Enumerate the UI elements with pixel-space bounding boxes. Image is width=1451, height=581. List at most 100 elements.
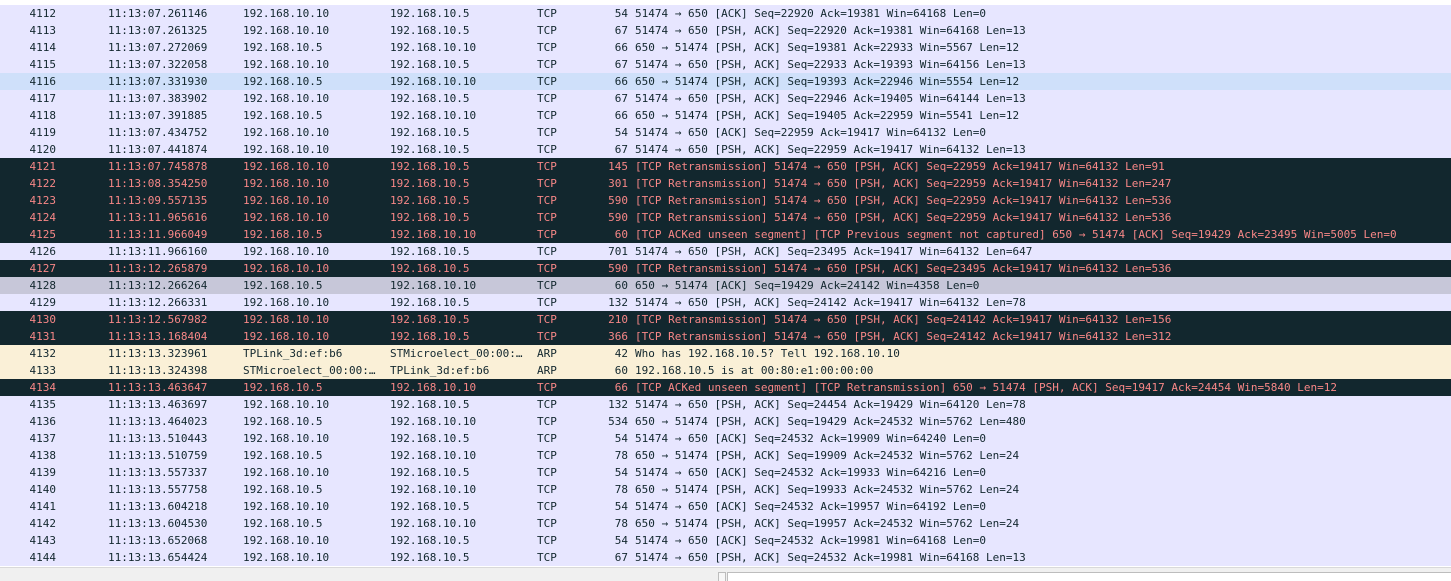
packet-row[interactable]: 4118 11:13:07.391885 192.168.10.5 192.168.1… [0,107,1451,124]
packet-source: STMicroelect_00:00:… [243,364,376,377]
packet-row[interactable]: 4125 11:13:11.966049 192.168.10.5 192.168.1… [0,226,1451,243]
packet-source: 192.168.10.5 [243,415,323,428]
packet-row[interactable]: 4120 11:13:07.441874 192.168.10.10 192.168.… [0,141,1451,158]
packet-destination: 192.168.10.5 [390,296,470,309]
packet-destination: 192.168.10.10 [390,517,477,530]
packet-destination: 192.168.10.5 [390,92,470,105]
packet-protocol: TCP [537,517,557,530]
packet-destination: 192.168.10.10 [390,109,477,122]
packet-source: 192.168.10.10 [243,245,330,258]
packet-row[interactable]: 4122 11:13:08.354250 192.168.10.10 192.168.… [0,175,1451,192]
packet-row[interactable]: 4121 11:13:07.745878 192.168.10.10 192.168.… [0,158,1451,175]
packet-protocol: TCP [537,228,557,241]
packet-row[interactable]: 4138 11:13:13.510759 192.168.10.5 192.168.1… [0,447,1451,464]
packet-row[interactable]: 4128 11:13:12.266264 192.168.10.5 192.168.1… [0,277,1451,294]
packet-row[interactable]: 4114 11:13:07.272069 192.168.10.5 192.168.1… [0,39,1451,56]
packet-info: [TCP ACKed unseen segment] [TCP Previous… [635,228,1397,241]
packet-number: 4125 [29,228,57,241]
packet-source: 192.168.10.10 [243,262,330,275]
packet-info: 650 → 51474 [PSH, ACK] Seq=19429 Ack=245… [635,415,1026,428]
packet-info: [TCP Retransmission] 51474 → 650 [PSH, A… [635,194,1172,207]
packet-time: 11:13:08.354250 [108,177,208,190]
packet-time: 11:13:07.391885 [108,109,208,122]
packet-time: 11:13:13.464023 [108,415,208,428]
packet-destination: 192.168.10.5 [390,500,470,513]
packet-row[interactable]: 4127 11:13:12.265879 192.168.10.10 192.168.… [0,260,1451,277]
packet-row[interactable]: 4129 11:13:12.266331 192.168.10.10 192.168.… [0,294,1451,311]
packet-row[interactable]: 4117 11:13:07.383902 192.168.10.10 192.168.… [0,90,1451,107]
packet-protocol: TCP [537,160,557,173]
packet-info: 51474 → 650 [PSH, ACK] Seq=23495 Ack=194… [635,245,1033,258]
packet-row[interactable]: 4135 11:13:13.463697 192.168.10.10 192.168.… [0,396,1451,413]
packet-number: 4123 [29,194,57,207]
packet-destination: 192.168.10.5 [390,160,470,173]
packet-info: 51474 → 650 [PSH, ACK] Seq=22933 Ack=193… [635,58,1026,71]
packet-length: 54 [614,7,628,20]
packet-row[interactable]: 4113 11:13:07.261325 192.168.10.10 192.168.… [0,22,1451,39]
packet-protocol: TCP [537,7,557,20]
packet-info: 51474 → 650 [ACK] Seq=22920 Ack=19381 Wi… [635,7,986,20]
packet-protocol: TCP [537,245,557,258]
packet-row[interactable]: 4126 11:13:11.966160 192.168.10.10 192.168.… [0,243,1451,260]
packet-length: 590 [608,194,628,207]
packet-destination: 192.168.10.5 [390,398,470,411]
packet-time: 11:13:13.557337 [108,466,208,479]
packet-number: 4133 [29,364,57,377]
packet-length: 67 [614,551,628,564]
packet-destination: TPLink_3d:ef:b6 [390,364,490,377]
packet-source: 192.168.10.5 [243,279,323,292]
packet-row[interactable]: 4136 11:13:13.464023 192.168.10.5 192.168.1… [0,413,1451,430]
packet-destination: 192.168.10.10 [390,415,477,428]
packet-row[interactable]: 4116 11:13:07.331930 192.168.10.5 192.168.1… [0,73,1451,90]
packet-protocol: TCP [537,92,557,105]
packet-row[interactable]: 4143 11:13:13.652068 192.168.10.10 192.168.… [0,532,1451,549]
packet-row[interactable]: 4123 11:13:09.557135 192.168.10.10 192.168.… [0,192,1451,209]
packet-row[interactable]: 4134 11:13:13.463647 192.168.10.5 192.168.1… [0,379,1451,396]
packet-source: 192.168.10.10 [243,466,330,479]
packet-number: 4130 [29,313,57,326]
packet-source: 192.168.10.5 [243,75,323,88]
packet-time: 11:13:13.168404 [108,330,208,343]
packet-list[interactable]: 4112 11:13:07.261146 192.168.10.10 192.168.… [0,0,1451,567]
packet-source: 192.168.10.5 [243,483,323,496]
packet-source: 192.168.10.5 [243,381,323,394]
packet-length: 590 [608,262,628,275]
status-left-pane [0,568,718,581]
packet-row[interactable]: 4133 11:13:13.324398 STMicroelect_00:00:… T… [0,362,1451,379]
packet-number: 4132 [29,347,57,360]
packet-length: 67 [614,92,628,105]
packet-number: 4127 [29,262,57,275]
packet-time: 11:13:13.510443 [108,432,208,445]
packet-time: 11:13:07.383902 [108,92,208,105]
packet-time: 11:13:13.604218 [108,500,208,513]
packet-info: 51474 → 650 [PSH, ACK] Seq=22946 Ack=194… [635,92,1026,105]
packet-number: 4126 [29,245,57,258]
packet-row[interactable]: 4141 11:13:13.604218 192.168.10.10 192.168.… [0,498,1451,515]
packet-row[interactable]: 4137 11:13:13.510443 192.168.10.10 192.168.… [0,430,1451,447]
packet-info: 51474 → 650 [ACK] Seq=24532 Ack=19981 Wi… [635,534,986,547]
packet-row[interactable]: 4144 11:13:13.654424 192.168.10.10 192.168.… [0,549,1451,566]
packet-row[interactable]: 4124 11:13:11.965616 192.168.10.10 192.168.… [0,209,1451,226]
packet-number: 4144 [29,551,57,564]
packet-source: 192.168.10.10 [243,432,330,445]
packet-row[interactable]: 4130 11:13:12.567982 192.168.10.10 192.168.… [0,311,1451,328]
packet-info: 650 → 51474 [PSH, ACK] Seq=19957 Ack=245… [635,517,1020,530]
packet-row[interactable]: 4140 11:13:13.557758 192.168.10.5 192.168.1… [0,481,1451,498]
packet-destination: 192.168.10.5 [390,211,470,224]
packet-row[interactable]: 4142 11:13:13.604530 192.168.10.5 192.168.1… [0,515,1451,532]
packet-row[interactable]: 4131 11:13:13.168404 192.168.10.10 192.168.… [0,328,1451,345]
packet-protocol: TCP [537,75,557,88]
status-bar [0,567,1451,581]
packet-row[interactable]: 4132 11:13:13.323961 TPLink_3d:ef:b6 STMicr… [0,345,1451,362]
packet-protocol: ARP [537,347,557,360]
packet-row[interactable]: 4112 11:13:07.261146 192.168.10.10 192.168.… [0,5,1451,22]
packet-time: 11:13:07.261325 [108,24,208,37]
packet-protocol: TCP [537,330,557,343]
packet-protocol: TCP [537,41,557,54]
packet-source: 192.168.10.5 [243,109,323,122]
packet-row[interactable]: 4119 11:13:07.434752 192.168.10.10 192.168.… [0,124,1451,141]
packet-row[interactable]: 4139 11:13:13.557337 192.168.10.10 192.168.… [0,464,1451,481]
packet-length: 54 [614,466,628,479]
packet-row[interactable]: 4115 11:13:07.322058 192.168.10.10 192.168.… [0,56,1451,73]
packet-time: 11:13:07.322058 [108,58,208,71]
